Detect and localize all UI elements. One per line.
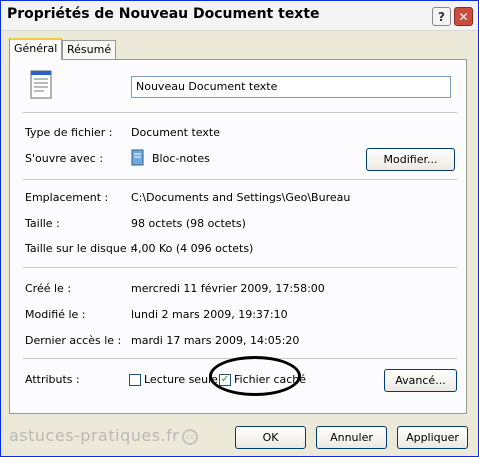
separator bbox=[23, 267, 457, 268]
watermark: astuces-pratiques.fr cc bbox=[9, 426, 199, 445]
modified-value: lundi 2 mars 2009, 19:37:10 bbox=[131, 308, 288, 321]
separator bbox=[23, 179, 457, 180]
location-label: Emplacement : bbox=[25, 191, 109, 204]
disk-size-label: Taille sur le disque : bbox=[25, 242, 134, 255]
highlight-ellipse bbox=[209, 356, 301, 396]
window-title: Propriétés de Nouveau Document texte bbox=[7, 6, 320, 22]
file-name-input[interactable]: Nouveau Document texte bbox=[131, 76, 451, 98]
apply-button[interactable]: Appliquer bbox=[397, 426, 468, 449]
file-type-value: Document texte bbox=[131, 126, 220, 139]
size-value: 98 octets (98 octets) bbox=[131, 217, 246, 230]
watermark-text: astuces-pratiques.fr bbox=[9, 426, 180, 445]
location-value: C:\Documents and Settings\Geo\Bureau bbox=[131, 191, 351, 204]
modified-label: Modifié le : bbox=[25, 308, 86, 321]
tab-summary[interactable]: Résumé bbox=[62, 40, 117, 59]
accessed-value: mardi 17 mars 2009, 14:05:20 bbox=[131, 334, 300, 347]
notepad-icon bbox=[131, 149, 144, 166]
advanced-button[interactable]: Avancé... bbox=[384, 369, 457, 392]
ok-button[interactable]: OK bbox=[235, 426, 306, 449]
accessed-label: Dernier accès le : bbox=[25, 334, 122, 347]
text-document-icon bbox=[30, 70, 52, 99]
readonly-checkbox[interactable] bbox=[129, 374, 141, 386]
cancel-button[interactable]: Annuler bbox=[316, 426, 387, 449]
opens-with-value: Bloc-notes bbox=[152, 152, 210, 165]
title-bar[interactable]: Propriétés de Nouveau Document texte ? ✕ bbox=[1, 1, 478, 31]
readonly-label: Lecture seule bbox=[144, 373, 218, 386]
cc-icon: cc bbox=[182, 428, 199, 445]
attributes-label: Attributs : bbox=[25, 373, 80, 386]
created-label: Créé le : bbox=[25, 282, 72, 295]
created-value: mercredi 11 février 2009, 17:58:00 bbox=[131, 282, 325, 295]
modify-button[interactable]: Modifier... bbox=[366, 148, 455, 171]
size-label: Taille : bbox=[25, 217, 60, 230]
close-button[interactable]: ✕ bbox=[454, 7, 473, 26]
tab-general[interactable]: Général bbox=[9, 38, 63, 60]
separator bbox=[23, 112, 457, 113]
opens-with-label: S'ouvre avec : bbox=[25, 152, 104, 165]
disk-size-value: 4,00 Ko (4 096 octets) bbox=[131, 242, 254, 255]
help-button[interactable]: ? bbox=[432, 7, 451, 26]
file-type-label: Type de fichier : bbox=[25, 126, 113, 139]
properties-dialog: Propriétés de Nouveau Document texte ? ✕… bbox=[0, 0, 479, 457]
